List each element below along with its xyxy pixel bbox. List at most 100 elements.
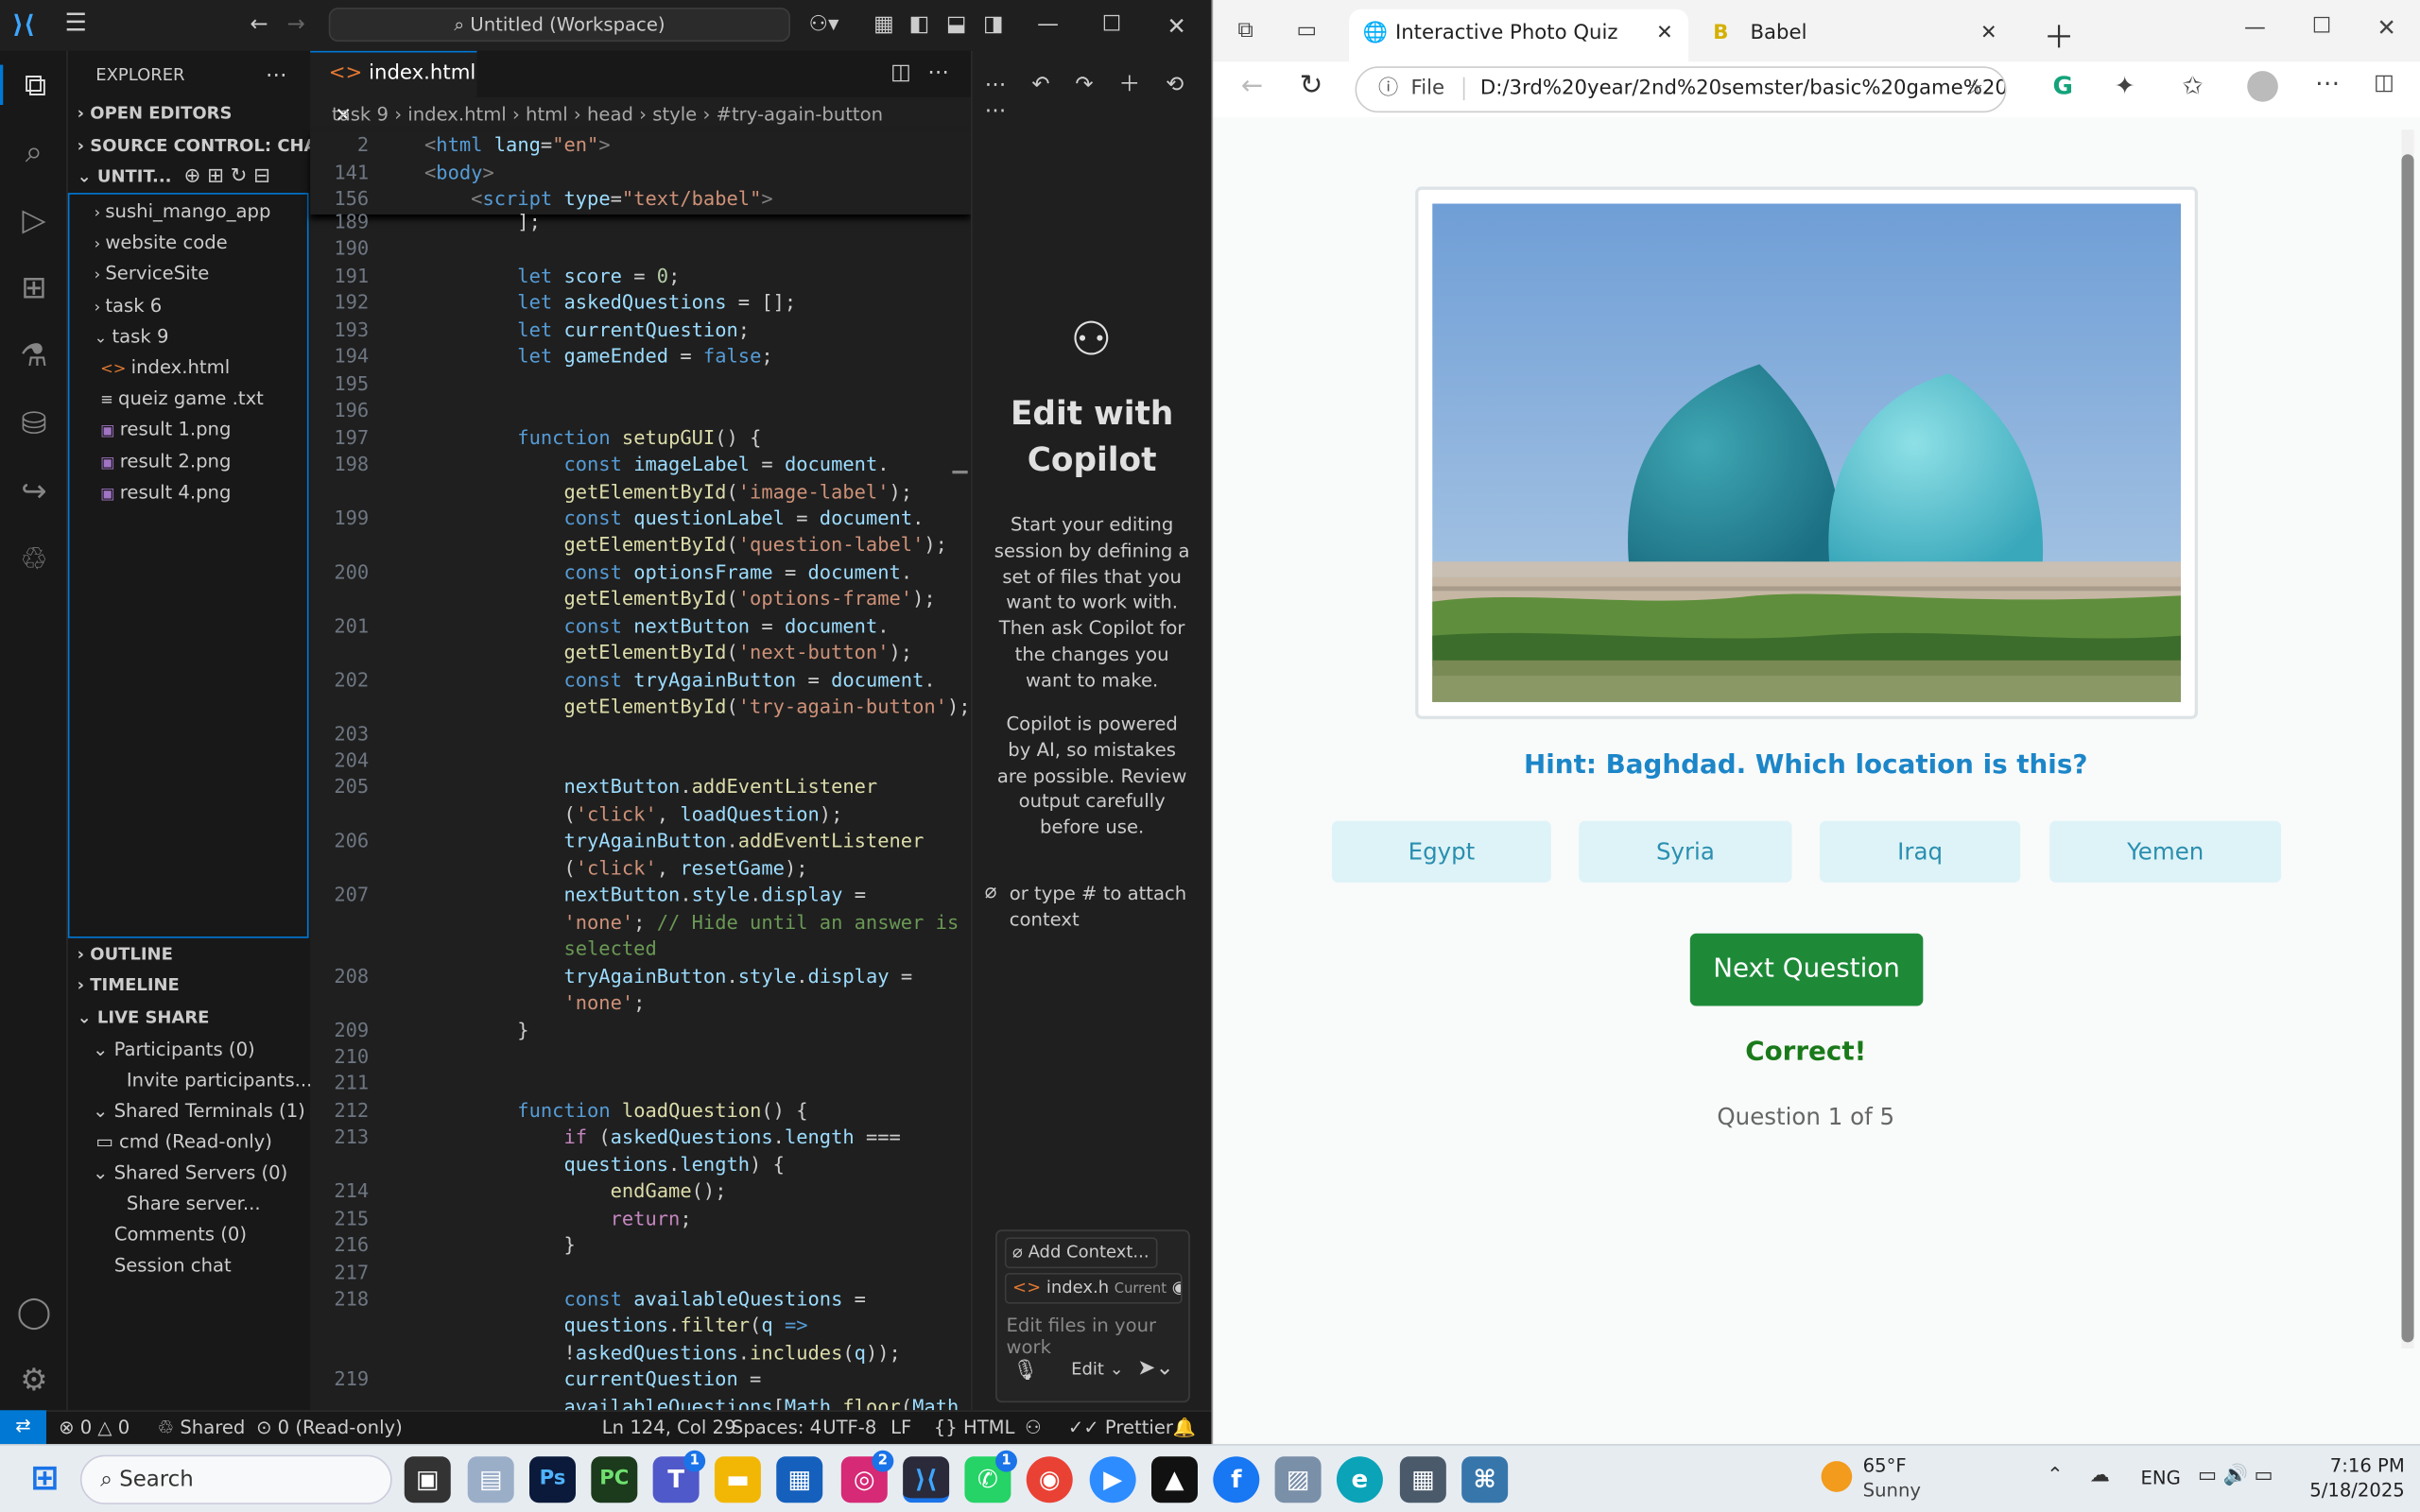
- code-line[interactable]: getElementById('image-label');: [310, 477, 971, 505]
- photos-app-icon[interactable]: ▨: [1274, 1456, 1322, 1503]
- code-line[interactable]: getElementById('next-button');: [310, 639, 971, 666]
- code-line[interactable]: 206 tryAgainButton.addEventListener: [310, 828, 971, 855]
- code-line[interactable]: selected: [310, 936, 971, 963]
- breadcrumb-item[interactable]: index.html: [407, 103, 506, 125]
- code-line[interactable]: getElementById('try-again-button');: [310, 693, 971, 720]
- onedrive-icon[interactable]: ☁: [2090, 1464, 2110, 1486]
- option-iraq-button[interactable]: Iraq: [1819, 820, 2021, 883]
- zoom-icon[interactable]: ▶: [1089, 1456, 1136, 1503]
- workspaces-icon[interactable]: ⧉: [1237, 19, 1253, 43]
- microsoft-store-icon[interactable]: ▦: [776, 1456, 823, 1503]
- code-line[interactable]: 209 }: [310, 1016, 971, 1043]
- scrollbar-thumb[interactable]: [2401, 154, 2414, 1343]
- code-line[interactable]: 208 tryAgainButton.style.display =: [310, 962, 971, 989]
- mode-dropdown[interactable]: Edit ⌄: [1071, 1359, 1124, 1379]
- end-of-line[interactable]: LF: [890, 1412, 911, 1444]
- back-arrow-icon[interactable]: ←: [1241, 71, 1263, 102]
- extensions-icon[interactable]: ✦: [2115, 71, 2135, 100]
- language-indicator[interactable]: ENG: [2141, 1468, 2181, 1489]
- pycharm-icon[interactable]: PC: [591, 1456, 638, 1503]
- close-icon[interactable]: ✕: [1167, 12, 1186, 40]
- affinity-icon[interactable]: ▲: [1150, 1456, 1198, 1503]
- comments-item[interactable]: Comments (0): [68, 1219, 310, 1250]
- file-explorer-icon[interactable]: ▬: [714, 1456, 761, 1503]
- scrollbar-thumb[interactable]: [952, 470, 968, 474]
- settings-gear-icon[interactable]: ⚙: [14, 1359, 54, 1399]
- code-line[interactable]: 212 function loadQuestion() {: [310, 1097, 971, 1125]
- option-yemen-button[interactable]: Yemen: [2049, 820, 2282, 883]
- copilot-toolbar-icons[interactable]: ⋯ ↶ ↷ ＋ ⟲ ⋯: [985, 68, 1210, 124]
- eye-icon[interactable]: ◉: [1172, 1278, 1181, 1297]
- search-icon[interactable]: ⌕: [14, 131, 54, 171]
- code-line[interactable]: ('click', loadQuestion);: [310, 800, 971, 828]
- code-line[interactable]: 191 let score = 0;: [310, 262, 971, 289]
- tree-item[interactable]: › website code: [69, 227, 311, 258]
- windows-start-icon[interactable]: ⊞: [22, 1456, 68, 1503]
- breadcrumb-item[interactable]: html: [526, 103, 568, 125]
- notifications-bell-icon[interactable]: 🔔: [1173, 1412, 1196, 1444]
- session-chat-item[interactable]: Session chat: [68, 1249, 310, 1280]
- problems-indicator[interactable]: ⊗ 0 △ 0: [59, 1412, 130, 1444]
- code-line[interactable]: 192 let askedQuestions = [];: [310, 289, 971, 317]
- code-line[interactable]: 216 }: [310, 1231, 971, 1259]
- toggle-secondary-sidebar-icon[interactable]: ◨: [983, 12, 1004, 37]
- menu-icon[interactable]: ☰: [65, 8, 87, 37]
- code-line[interactable]: getElementById('options-frame');: [310, 585, 971, 612]
- indentation[interactable]: Spaces: 4: [732, 1412, 821, 1444]
- code-line[interactable]: 219 currentQuestion =: [310, 1366, 971, 1394]
- code-line[interactable]: 204: [310, 747, 971, 774]
- close-tab-icon[interactable]: ✕: [1656, 9, 1673, 59]
- live-share-icon[interactable]: ♲: [14, 539, 54, 578]
- tab-index-html[interactable]: <> index.html ✕: [310, 50, 477, 129]
- copilot-input[interactable]: Edit files in your work: [1007, 1314, 1189, 1358]
- workspace-section[interactable]: ⌄ UNTIT... ⊕ ⊞ ↻ ⊟: [68, 162, 310, 193]
- toggle-panel-icon[interactable]: ⬓: [946, 12, 967, 37]
- layout-icon[interactable]: ▦: [873, 12, 894, 37]
- code-line[interactable]: 196: [310, 397, 971, 424]
- favorites-icon[interactable]: ✩: [2183, 71, 2204, 100]
- tree-item[interactable]: ⌄ task 9: [69, 320, 311, 352]
- clock-time[interactable]: 7:16 PM: [2300, 1455, 2405, 1477]
- cursor-position[interactable]: Ln 124, Col 29: [602, 1412, 736, 1444]
- instagram-icon[interactable]: ◎ 2: [840, 1450, 894, 1503]
- encoding[interactable]: UTF-8: [822, 1412, 876, 1444]
- code-line[interactable]: questions.length) {: [310, 1151, 971, 1178]
- tree-item[interactable]: <> index.html: [69, 352, 311, 383]
- minimize-icon[interactable]: —: [1037, 12, 1059, 37]
- clock-date[interactable]: 5/18/2025: [2300, 1480, 2404, 1502]
- address-bar[interactable]: ⓘ File D:/3rd%20year/2nd%20semster/basic…: [1355, 66, 2007, 113]
- back-arrow-icon[interactable]: ←: [250, 12, 268, 37]
- invite-participants-item[interactable]: Invite participants...: [68, 1065, 310, 1096]
- tree-item[interactable]: ▣ result 1.png: [69, 414, 311, 445]
- minimize-icon[interactable]: —: [2244, 15, 2266, 40]
- code-line[interactable]: !askedQuestions.includes(q));: [310, 1339, 971, 1366]
- source-control-section[interactable]: › SOURCE CONTROL: CHAN...: [68, 131, 311, 163]
- code-line[interactable]: questions.filter(q =>: [310, 1313, 971, 1340]
- extensions-icon[interactable]: ⊞: [14, 266, 54, 306]
- live-share-section[interactable]: ⌄ LIVE SHARE: [68, 1003, 310, 1034]
- code-line[interactable]: 211: [310, 1070, 971, 1097]
- calculator-icon[interactable]: ▦: [1399, 1456, 1446, 1503]
- timeline-section[interactable]: › TIMELINE: [68, 971, 310, 1002]
- option-egypt-button[interactable]: Egypt: [1332, 820, 1551, 883]
- code-line[interactable]: 203: [310, 720, 971, 747]
- command-center-search[interactable]: ⌕ Untitled (Workspace): [328, 8, 790, 43]
- maximize-icon[interactable]: ☐: [2312, 14, 2332, 39]
- shared-terminals-item[interactable]: ⌄ Shared Terminals (1): [68, 1095, 310, 1126]
- whatsapp-icon[interactable]: ✆ 1: [964, 1450, 1017, 1503]
- readonly-status[interactable]: ⊙ 0 (Read-only): [256, 1412, 403, 1444]
- more-actions-icon[interactable]: ⋯: [266, 60, 297, 92]
- weather-description[interactable]: Sunny: [1863, 1480, 1921, 1502]
- chevron-up-icon[interactable]: ⌃: [2047, 1464, 2064, 1486]
- code-line[interactable]: 'none'; // Hide until an answer is: [310, 908, 971, 936]
- tree-item[interactable]: ≡ queiz game .txt: [69, 383, 311, 414]
- favorite-star-icon[interactable]: ☆: [1965, 68, 1983, 112]
- copilot-icon[interactable]: ⚇▾: [809, 12, 839, 37]
- sidebar-toggle-icon[interactable]: ◫: [2374, 71, 2394, 95]
- live-share-status[interactable]: ♲ Shared: [158, 1412, 246, 1444]
- reload-icon[interactable]: ↻: [1300, 69, 1323, 101]
- code-line[interactable]: 195: [310, 369, 971, 397]
- code-line[interactable]: availableQuestions[Math.floor(Math.: [310, 1393, 971, 1411]
- code-area[interactable]: 189 ]; 190 191 let score = 0; 192 let asked…: [310, 208, 971, 1410]
- system-tray-icons[interactable]: ▭🔊▭: [2198, 1464, 2279, 1486]
